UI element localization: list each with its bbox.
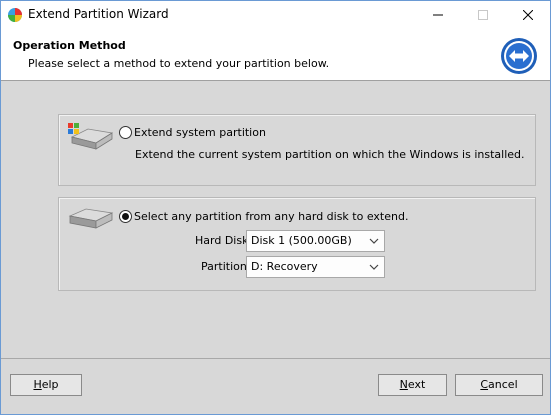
partition-select[interactable]: D: Recovery	[246, 256, 385, 278]
close-icon	[522, 10, 533, 20]
radio-selected-dot	[122, 213, 129, 220]
windows-drive-icon	[68, 123, 114, 150]
header-divider	[1, 80, 550, 81]
hard-disk-label: Hard Disk	[195, 234, 249, 247]
minimize-icon	[432, 14, 443, 16]
app-icon	[8, 8, 22, 22]
page-subtitle: Please select a method to extend your pa…	[28, 57, 330, 70]
partition-label: Partition	[201, 260, 247, 273]
select-any-partition-radio[interactable]	[119, 210, 132, 223]
any-partition-group: Select any partition from any hard disk …	[58, 197, 536, 291]
wizard-header: Operation Method Please select a method …	[1, 29, 550, 80]
help-button[interactable]: Help	[10, 374, 82, 396]
select-any-partition-label[interactable]: Select any partition from any hard disk …	[134, 210, 408, 223]
partition-value: D: Recovery	[251, 260, 318, 273]
cancel-button[interactable]: Cancel	[455, 374, 543, 396]
hard-disk-select[interactable]: Disk 1 (500.00GB)	[246, 230, 385, 252]
extend-arrows-icon	[501, 38, 537, 74]
window-title: Extend Partition Wizard	[28, 7, 169, 21]
maximize-icon	[477, 10, 488, 20]
extend-system-radio[interactable]	[119, 126, 132, 139]
minimize-button[interactable]	[415, 1, 460, 29]
wizard-window: Extend Partition Wizard Operation Method…	[0, 0, 551, 415]
page-title: Operation Method	[13, 39, 126, 52]
chevron-down-icon	[369, 238, 379, 244]
extend-system-label[interactable]: Extend system partition	[134, 126, 266, 139]
hard-drive-icon	[68, 208, 114, 229]
title-bar: Extend Partition Wizard	[1, 1, 550, 29]
system-partition-group: Extend system partition Extend the curre…	[58, 114, 536, 186]
close-button[interactable]	[505, 1, 550, 29]
next-button[interactable]: Next	[378, 374, 447, 396]
chevron-down-icon	[369, 264, 379, 270]
footer-divider	[1, 358, 550, 359]
maximize-button[interactable]	[460, 1, 505, 29]
extend-system-description: Extend the current system partition on w…	[135, 148, 525, 161]
hard-disk-value: Disk 1 (500.00GB)	[251, 234, 352, 247]
